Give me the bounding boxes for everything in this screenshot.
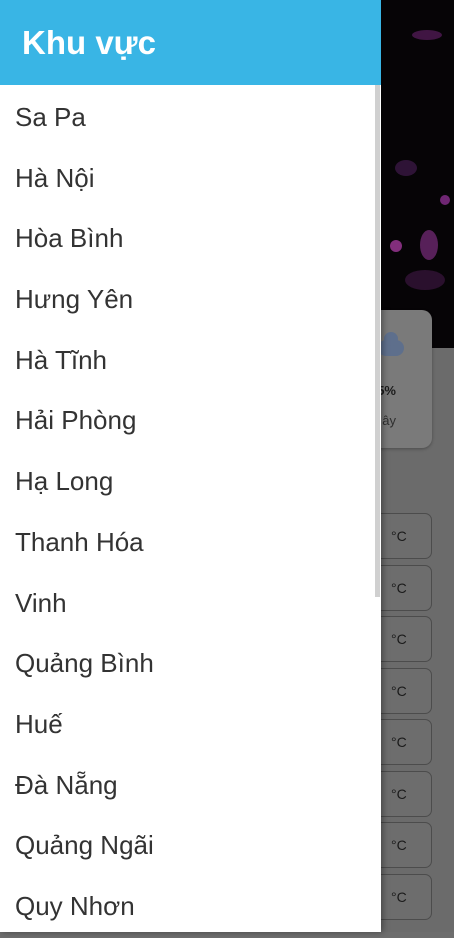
forecast-item: °C [374,822,432,868]
drawer-header: Khu vực [0,0,381,85]
region-item[interactable]: Hà Tĩnh [0,328,381,389]
region-item[interactable]: Vinh [0,571,381,632]
cloud-icon [378,332,404,356]
forecast-item: °C [374,616,432,662]
forecast-item: °C [374,564,432,611]
temp-unit: °C [391,785,407,802]
region-item[interactable]: Quảng Bình [0,631,381,692]
temp-unit: °C [391,837,407,853]
temp-unit: °C [391,682,407,699]
forecast-list: °C °C °C °C °C °C °C °C [374,513,432,925]
forecast-item: °C [374,770,432,817]
forecast-item: °C [374,513,432,559]
temp-unit: °C [391,734,407,750]
region-item[interactable]: Huế [0,692,381,753]
temp-unit: °C [391,888,407,905]
scrollbar[interactable] [375,85,380,597]
forecast-item: °C [374,873,432,920]
temp-unit: °C [391,528,407,544]
weather-label: ây [382,413,396,428]
navigation-drawer: Khu vực Sa Pa Hà Nội Hòa Bình Hưng Yên H… [0,0,381,932]
region-item[interactable]: Quy Nhơn [0,874,381,935]
region-item[interactable]: Hà Nội [0,146,381,207]
region-item[interactable]: Hải Phòng [0,388,381,449]
region-list: Sa Pa Hà Nội Hòa Bình Hưng Yên Hà Tĩnh H… [0,85,381,935]
region-item[interactable]: Đà Nẵng [0,753,381,814]
temp-unit: °C [391,579,407,596]
forecast-item: °C [374,667,432,714]
forecast-item: °C [374,719,432,765]
region-item[interactable]: Sa Pa [0,85,381,146]
region-item[interactable]: Quảng Ngãi [0,813,381,874]
drawer-title: Khu vực [22,24,156,61]
region-item[interactable]: Hạ Long [0,449,381,510]
region-item[interactable]: Hòa Bình [0,206,381,267]
region-item[interactable]: Thanh Hóa [0,510,381,571]
temp-unit: °C [391,631,407,647]
region-item[interactable]: Hưng Yên [0,267,381,328]
